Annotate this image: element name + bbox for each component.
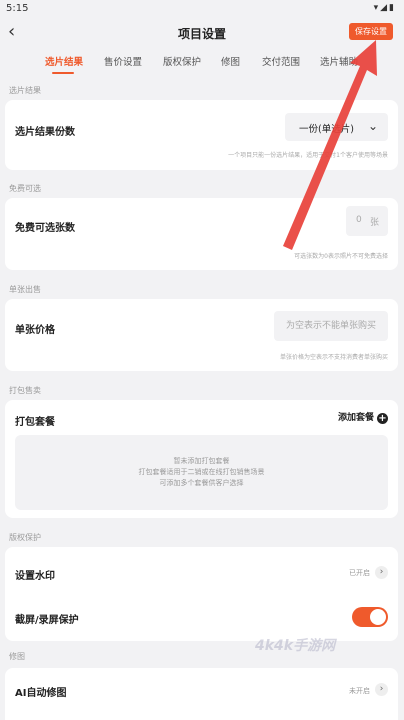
package-label: 打包套餐 — [15, 417, 55, 428]
result-count-label: 选片结果份数 — [15, 127, 75, 138]
screenshot-protection-label: 截屏/录屏保护 — [15, 615, 79, 626]
section-label-copyright: 版权保护 — [9, 533, 41, 542]
retouch-card: AI自动修图 未开启 › — [5, 668, 398, 720]
toggle-knob — [370, 609, 386, 625]
status-time: 5:15 — [6, 3, 29, 14]
chevron-right-icon[interactable]: › — [375, 683, 388, 696]
status-icons: ▾◢▮ — [374, 3, 396, 13]
single-price-input[interactable]: 为空表示不能单张购买 — [274, 311, 388, 341]
result-hint: 一个项目只能一份选片结果，适用于交付1个客户使用等场景 — [228, 152, 388, 159]
result-card: 选片结果份数 一份(单选片) ⌄ 一个项目只能一份选片结果，适用于交付1个客户使… — [5, 100, 398, 170]
tab-copyright[interactable]: 版权保护 — [163, 54, 201, 68]
plus-icon: + — [377, 413, 388, 424]
empty-line-2: 打包套餐适用于二销或在线打包销售场景 — [138, 468, 265, 476]
add-package-button[interactable]: 添加套餐 + — [338, 410, 388, 424]
free-count-value: 0 — [356, 215, 362, 225]
add-package-label: 添加套餐 — [337, 413, 374, 423]
free-card: 免费可选张数 0 张 可选张数为0表示照片不可免费选择 — [5, 198, 398, 270]
tab-delivery[interactable]: 交付范围 — [262, 54, 300, 68]
section-label-single: 单张出售 — [9, 285, 41, 294]
chevron-down-icon: ⌄ — [367, 119, 378, 133]
empty-line-3: 可添加多个套餐供客户选择 — [159, 479, 244, 487]
copyright-card: 设置水印 已开启 › 截屏/录屏保护 — [5, 547, 398, 641]
tab-selection-result[interactable]: 选片结果 — [45, 54, 83, 68]
tab-price-settings[interactable]: 售价设置 — [104, 54, 142, 68]
active-tab-indicator — [52, 72, 74, 74]
status-bar: 5:15 ▾◢▮ — [0, 0, 404, 18]
page-title: 项目设置 — [177, 27, 226, 41]
ai-retouch-status: 未开启 — [349, 687, 370, 695]
section-label-package: 打包售卖 — [9, 386, 41, 395]
section-label-free: 免费可选 — [9, 184, 41, 193]
empty-line-1: 暂未添加打包套餐 — [173, 457, 230, 465]
tab-retouch[interactable]: 修图 — [221, 54, 240, 68]
site-watermark: 4k4k手游网 — [255, 638, 336, 654]
ai-retouch-label: AI自动修图 — [15, 688, 67, 699]
watermark-label: 设置水印 — [15, 571, 55, 582]
single-card: 单张价格 为空表示不能单张购买 单张价格为空表示不支持消费者单张购买 — [5, 299, 398, 371]
result-count-dropdown[interactable]: 一份(单选片) ⌄ — [285, 113, 388, 141]
signal-icon: ◢ — [380, 3, 390, 13]
section-label-result: 选片结果 — [9, 86, 41, 95]
chevron-right-icon[interactable]: › — [375, 566, 388, 579]
single-price-label: 单张价格 — [15, 325, 55, 336]
battery-icon: ▮ — [389, 3, 396, 13]
free-count-unit: 张 — [369, 218, 379, 228]
screenshot-protection-toggle[interactable] — [352, 607, 388, 627]
free-count-label: 免费可选张数 — [15, 223, 75, 234]
free-hint: 可选张数为0表示照片不可免费选择 — [294, 253, 388, 260]
single-hint: 单张价格为空表示不支持消费者单张购买 — [279, 354, 388, 361]
top-bar: ‹ 项目设置 保存设置 — [0, 18, 404, 48]
dropdown-value: 一份(单选片) — [299, 124, 354, 135]
watermark-status: 已开启 — [349, 569, 370, 577]
package-empty-state: 暂未添加打包套餐 打包套餐适用于二销或在线打包销售场景 可添加多个套餐供客户选择 — [15, 435, 388, 510]
save-settings-button[interactable]: 保存设置 — [349, 23, 393, 40]
tab-bar: 选片结果 售价设置 版权保护 修图 交付范围 选片辅助 — [0, 48, 404, 78]
package-card: 打包套餐 添加套餐 + 暂未添加打包套餐 打包套餐适用于二销或在线打包销售场景 可… — [5, 400, 398, 518]
free-count-input[interactable]: 0 张 — [346, 206, 388, 236]
tab-selection-assist[interactable]: 选片辅助 — [320, 54, 358, 68]
section-label-retouch: 修图 — [9, 652, 25, 661]
